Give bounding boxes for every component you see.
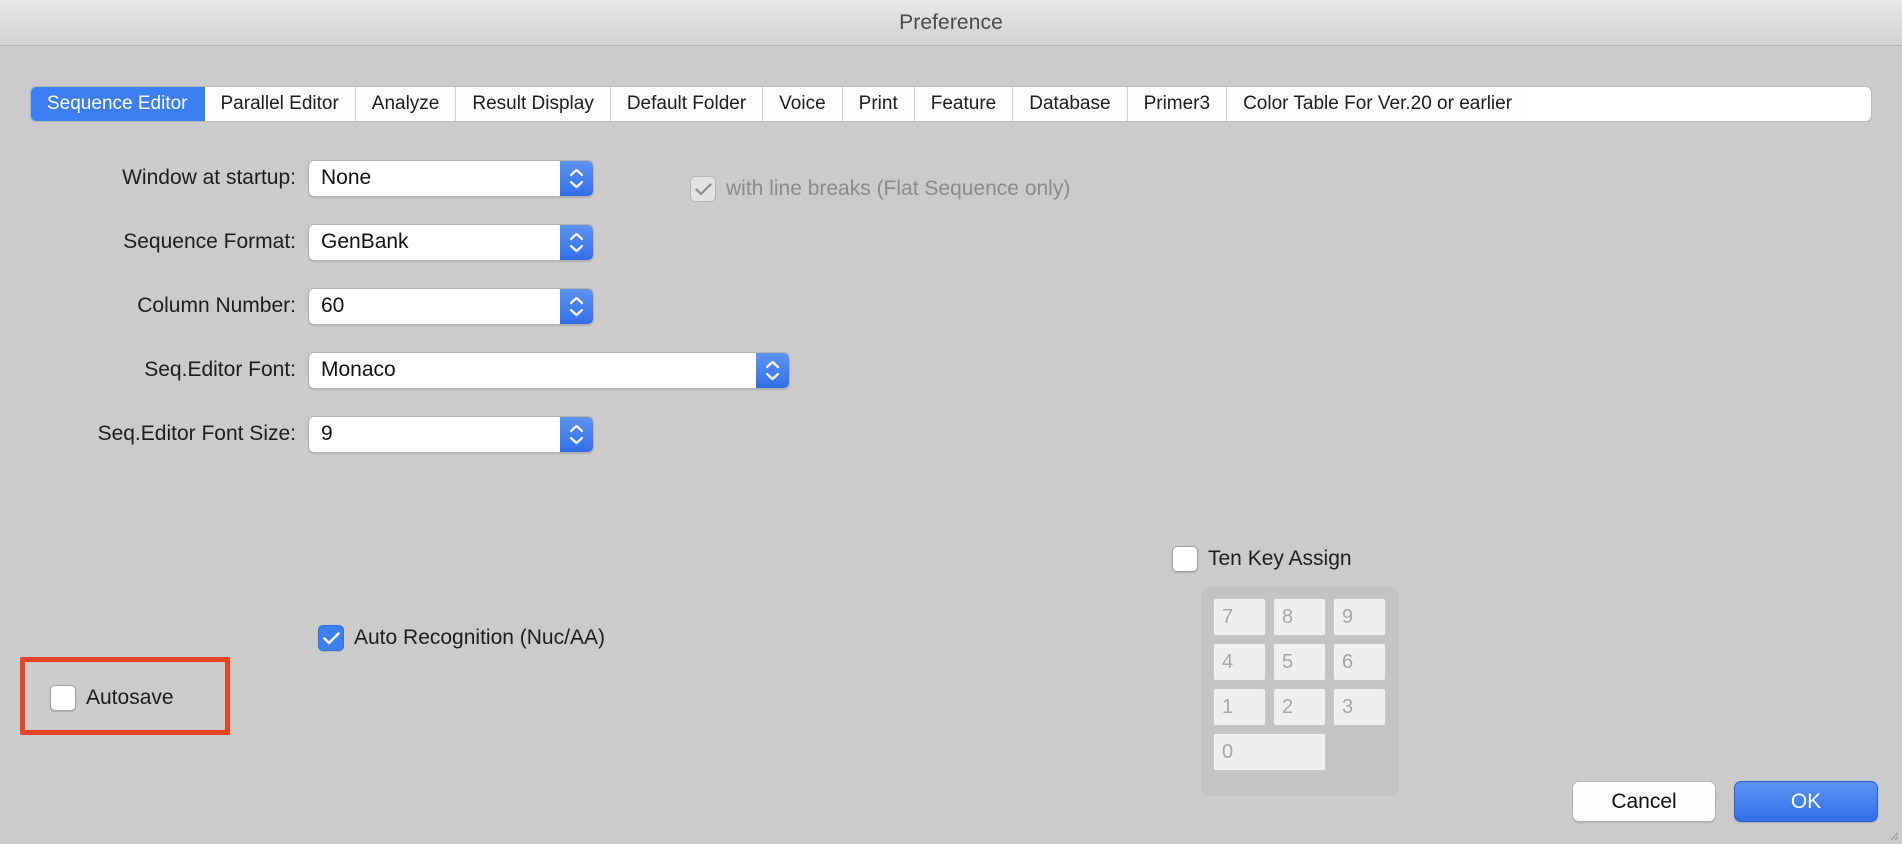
pad-row: 123 xyxy=(1213,688,1387,726)
window-title: Preference xyxy=(899,10,1003,34)
seq-editor-font-size-value: 9 xyxy=(321,422,333,445)
checkbox-box xyxy=(50,685,76,711)
label-seq-editor-font: Seq.Editor Font: xyxy=(144,358,296,381)
chevron-down-icon xyxy=(569,180,584,188)
with-line-breaks-label: with line breaks (Flat Sequence only) xyxy=(726,177,1071,200)
chevron-down-icon xyxy=(569,244,584,252)
pad-row: 456 xyxy=(1213,643,1387,681)
chevron-up-icon xyxy=(569,232,584,240)
chevron-up-icon xyxy=(569,424,584,432)
ten-key-field-7[interactable]: 7 xyxy=(1213,598,1266,636)
ten-key-field-0[interactable]: 0 xyxy=(1213,733,1326,771)
seq-editor-font-stepper[interactable] xyxy=(756,352,789,388)
sequence-format-stepper[interactable] xyxy=(560,224,593,260)
ten-key-field-6[interactable]: 6 xyxy=(1333,643,1386,681)
dialog-footer: Cancel OK xyxy=(1572,781,1878,822)
chevron-down-icon xyxy=(569,308,584,316)
ten-key-field-2[interactable]: 2 xyxy=(1273,688,1326,726)
tab-database[interactable]: Database xyxy=(1013,87,1128,121)
ten-key-field-4[interactable]: 4 xyxy=(1213,643,1266,681)
column-number-stepper[interactable] xyxy=(560,288,593,324)
seq-editor-font-select[interactable]: Monaco xyxy=(308,351,790,389)
ok-button[interactable]: OK xyxy=(1734,781,1878,822)
chevron-down-icon xyxy=(765,372,780,380)
tab-print[interactable]: Print xyxy=(842,87,915,121)
tab-voice[interactable]: Voice xyxy=(763,87,843,121)
ten-key-assign-label: Ten Key Assign xyxy=(1208,547,1352,570)
tab-primer3[interactable]: Primer3 xyxy=(1127,87,1228,121)
label-seq-editor-font-size: Seq.Editor Font Size: xyxy=(97,422,296,445)
tab-sequence-editor[interactable]: Sequence Editor xyxy=(31,87,205,121)
ten-key-field-1[interactable]: 1 xyxy=(1213,688,1266,726)
ten-key-field-3[interactable]: 3 xyxy=(1333,688,1386,726)
row-column-number: Column Number: 60 xyxy=(0,274,960,338)
ten-key-field-5[interactable]: 5 xyxy=(1273,643,1326,681)
tab-parallel-editor[interactable]: Parallel Editor xyxy=(204,87,356,121)
sequence-format-select[interactable]: GenBank xyxy=(308,223,594,261)
seq-editor-font-value: Monaco xyxy=(321,358,396,381)
window-at-startup-select[interactable]: None xyxy=(308,159,594,197)
chevron-up-icon xyxy=(765,360,780,368)
preference-content: Window at startup: None Sequence Format:… xyxy=(0,122,1902,844)
ten-key-pad: 7894561230 xyxy=(1201,587,1399,796)
checkmark-icon xyxy=(322,631,340,644)
checkbox-box xyxy=(690,176,716,202)
auto-recognition-checkbox[interactable]: Auto Recognition (Nuc/AA) xyxy=(318,625,605,651)
sequence-format-value: GenBank xyxy=(321,230,409,253)
ten-key-field-9[interactable]: 9 xyxy=(1333,598,1386,636)
row-seq-editor-font-size: Seq.Editor Font Size: 9 xyxy=(0,402,960,466)
row-seq-editor-font: Seq.Editor Font: Monaco xyxy=(0,338,960,402)
label-sequence-format: Sequence Format: xyxy=(123,230,296,253)
tab-bar-container: Sequence Editor Parallel Editor Analyze Res… xyxy=(0,46,1902,122)
window-at-startup-value: None xyxy=(321,166,372,189)
title-bar: Preference xyxy=(0,0,1902,46)
preference-window: Preference Sequence Editor Parallel Edito… xyxy=(0,0,1902,844)
checkmark-icon xyxy=(694,182,712,195)
tab-default-folder[interactable]: Default Folder xyxy=(610,87,764,121)
with-line-breaks-checkbox[interactable]: with line breaks (Flat Sequence only) xyxy=(690,176,1070,202)
ten-key-assign-checkbox[interactable]: Ten Key Assign xyxy=(1172,546,1352,572)
tab-color-table-for-ver-20-or-earlier[interactable]: Color Table For Ver.20 or earlier xyxy=(1227,87,1529,121)
autosave-label: Autosave xyxy=(86,686,174,709)
cancel-button[interactable]: Cancel xyxy=(1572,781,1716,822)
label-window-at-startup: Window at startup: xyxy=(122,166,296,189)
chevron-down-icon xyxy=(569,436,584,444)
chevron-up-icon xyxy=(569,168,584,176)
seq-editor-font-size-stepper[interactable] xyxy=(560,416,593,452)
tab-result-display[interactable]: Result Display xyxy=(456,87,611,121)
autosave-checkbox[interactable]: Autosave xyxy=(50,685,174,711)
pad-row: 0 xyxy=(1213,733,1387,771)
column-number-select[interactable]: 60 xyxy=(308,287,594,325)
ten-key-field-8[interactable]: 8 xyxy=(1273,598,1326,636)
resize-grip-icon[interactable] xyxy=(1887,829,1899,841)
checkbox-box xyxy=(1172,546,1198,572)
auto-recognition-label: Auto Recognition (Nuc/AA) xyxy=(354,626,605,649)
checkbox-box xyxy=(318,625,344,651)
row-sequence-format: Sequence Format: GenBank xyxy=(0,210,960,274)
pad-row: 789 xyxy=(1213,598,1387,636)
window-at-startup-stepper[interactable] xyxy=(560,160,593,196)
tab-analyze[interactable]: Analyze xyxy=(355,87,457,121)
chevron-up-icon xyxy=(569,296,584,304)
seq-editor-font-size-select[interactable]: 9 xyxy=(308,415,594,453)
tab-bar: Sequence Editor Parallel Editor Analyze Res… xyxy=(30,86,1872,122)
column-number-value: 60 xyxy=(321,294,345,317)
label-column-number: Column Number: xyxy=(137,294,296,317)
tab-feature[interactable]: Feature xyxy=(914,87,1014,121)
